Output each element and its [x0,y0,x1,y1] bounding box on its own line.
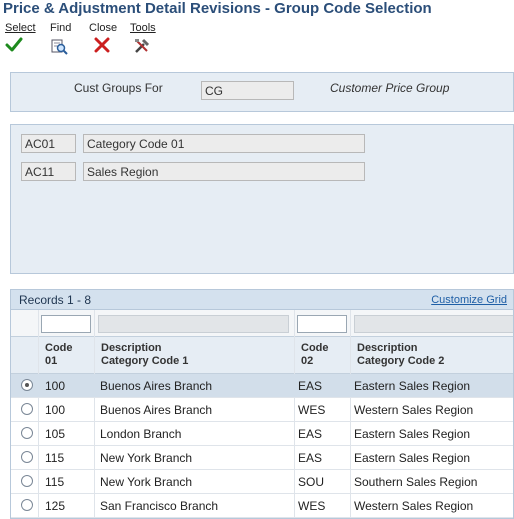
toolbar: Select Find Close Tools [0,22,514,60]
cell-desc2: Western Sales Region [354,499,474,513]
category-code-field[interactable]: AC01 [21,134,76,153]
check-icon [5,37,36,55]
cell-desc1: New York Branch [100,451,193,465]
col-code01-line1: Code [45,342,73,354]
table-row[interactable]: 115 New York Branch EAS Eastern Sales Re… [11,446,513,470]
row-select-radio[interactable] [21,427,33,439]
window-title: Price & Adjustment Detail Revisions - Gr… [3,0,432,17]
col-desc1-header[interactable]: Description Category Code 1 [101,342,188,368]
cell-code01: 115 [45,475,65,489]
row-select-radio[interactable] [21,403,33,415]
cell-desc2: Eastern Sales Region [354,451,471,465]
col-code02-header[interactable]: Code 02 [301,342,329,368]
select-button[interactable]: Select [5,22,36,55]
cell-desc1: Buenos Aires Branch [100,379,213,393]
col-desc2-line2: Category Code 2 [357,355,445,367]
row-select-radio[interactable] [21,451,33,463]
qbe-desc2-input [354,315,513,333]
cell-desc1: San Francisco Branch [100,499,219,513]
tools-button[interactable]: Tools [130,22,156,55]
close-label: Close [89,22,118,34]
col-code02-line2: 02 [301,355,314,367]
row-select-radio[interactable] [21,499,33,511]
cell-desc1: Buenos Aires Branch [100,403,213,417]
cell-desc2: Southern Sales Region [354,475,478,489]
find-icon [50,37,71,55]
qbe-desc1-input [98,315,289,333]
cust-groups-label: Cust Groups For [74,81,163,95]
cell-desc2: Eastern Sales Region [354,427,471,441]
col-code02-line1: Code [301,342,329,354]
cell-code01: 125 [45,499,66,513]
col-desc1-line1: Description [101,342,162,354]
category-desc-field[interactable]: Category Code 01 [83,134,365,153]
cust-groups-desc: Customer Price Group [330,81,450,95]
cell-code02: SOU [298,475,325,489]
header-panel: Cust Groups For CG Customer Price Group [10,72,514,112]
table-row[interactable]: 115 New York Branch SOU Southern Sales R… [11,470,513,494]
cell-code01: 100 [45,379,66,393]
tools-label: Tools [130,22,156,34]
cell-code02: WES [298,499,326,513]
cell-code02: EAS [298,451,323,465]
find-label: Find [50,22,72,34]
column-headers: Code 01 Description Category Code 1 Code… [11,336,513,374]
select-label: Select [5,22,36,34]
qbe-code02-input[interactable] [297,315,347,333]
table-row[interactable]: 100 Buenos Aires Branch WES Western Sale… [11,398,513,422]
find-button[interactable]: Find [50,22,71,55]
grid-header: Records 1 - 8 Customize Grid [11,290,513,310]
col-desc2-line1: Description [357,342,418,354]
customize-grid-link[interactable]: Customize Grid [431,294,507,306]
cell-code02: WES [298,403,326,417]
tools-icon [133,37,156,55]
row-select-radio[interactable] [21,475,33,487]
category-desc-field[interactable]: Sales Region [83,162,365,181]
row-select-radio[interactable] [21,379,33,391]
qbe-code01-input[interactable] [41,315,91,333]
records-count: Records 1 - 8 [19,293,92,307]
table-row[interactable]: 125 San Francisco Branch WES Western Sal… [11,494,513,518]
cell-code01: 105 [45,427,66,441]
cell-code02: EAS [298,427,323,441]
col-desc1-line2: Category Code 1 [101,355,189,367]
cell-code01: 115 [45,451,65,465]
cell-desc2: Eastern Sales Region [354,379,471,393]
cell-code01: 100 [45,403,66,417]
query-by-example-row [11,310,513,336]
cust-groups-field[interactable]: CG [201,81,294,100]
col-code01-line2: 01 [45,355,58,367]
category-code-panel: AC01 Category Code 01 AC11 Sales Region [10,124,514,274]
close-x-icon [94,37,117,55]
cell-code02: EAS [298,379,323,393]
table-row[interactable]: 100 Buenos Aires Branch EAS Eastern Sale… [11,374,513,398]
cell-desc1: London Branch [100,427,182,441]
records-grid: Records 1 - 8 Customize Grid Code 01 Des… [10,289,514,519]
col-desc2-header[interactable]: Description Category Code 2 [357,342,444,368]
col-code01-header[interactable]: Code 01 [45,342,73,368]
cell-desc2: Western Sales Region [354,403,474,417]
table-row[interactable]: 105 London Branch EAS Eastern Sales Regi… [11,422,513,446]
close-button[interactable]: Close [89,22,117,55]
category-code-field[interactable]: AC11 [21,162,76,181]
cell-desc1: New York Branch [100,475,193,489]
